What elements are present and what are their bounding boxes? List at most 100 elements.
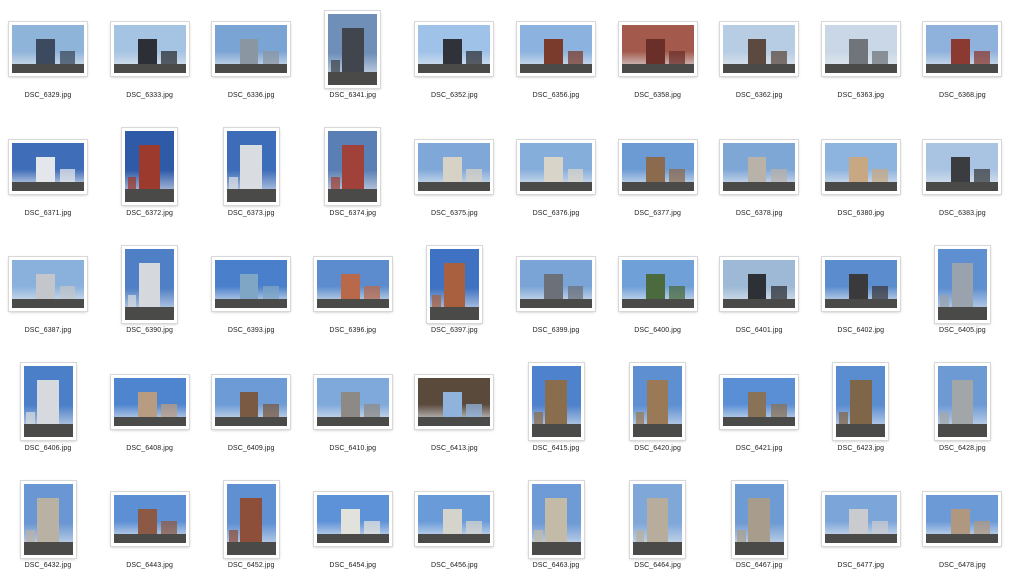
photo-thumbnail[interactable]	[630, 480, 686, 558]
file-item[interactable]: DSC_6363.jpg	[813, 1, 909, 119]
file-item[interactable]: DSC_6456.jpg	[406, 471, 502, 586]
file-item[interactable]: DSC_6464.jpg	[610, 471, 706, 586]
file-item[interactable]: DSC_6383.jpg	[914, 119, 1010, 237]
photo-thumbnail[interactable]	[415, 139, 494, 194]
photo-thumbnail[interactable]	[517, 139, 595, 194]
photo-thumbnail[interactable]	[426, 245, 482, 323]
file-item[interactable]: DSC_6393.jpg	[203, 236, 299, 354]
photo-thumbnail[interactable]	[618, 257, 697, 311]
file-item[interactable]: DSC_6396.jpg	[305, 236, 401, 354]
file-item[interactable]: DSC_6380.jpg	[813, 119, 909, 237]
photo-thumbnail[interactable]	[212, 22, 291, 76]
file-item[interactable]: DSC_6413.jpg	[406, 354, 502, 472]
photo-thumbnail[interactable]	[720, 139, 799, 194]
file-item[interactable]: DSC_6358.jpg	[610, 1, 706, 119]
photo-thumbnail[interactable]	[9, 257, 87, 311]
photo-thumbnail[interactable]	[9, 139, 87, 194]
photo-thumbnail[interactable]	[528, 363, 584, 440]
photo-thumbnail[interactable]	[212, 374, 291, 429]
file-item[interactable]: DSC_6374.jpg	[305, 119, 401, 237]
file-item[interactable]: DSC_6477.jpg	[813, 471, 909, 586]
file-item[interactable]: DSC_6336.jpg	[203, 1, 299, 119]
file-item[interactable]: DSC_6401.jpg	[711, 236, 807, 354]
file-item[interactable]: DSC_6397.jpg	[406, 236, 502, 354]
photo-thumbnail[interactable]	[821, 257, 900, 311]
photo-thumbnail[interactable]	[517, 257, 595, 311]
file-item[interactable]: DSC_6352.jpg	[406, 1, 502, 119]
photo-thumbnail[interactable]	[833, 363, 889, 440]
file-item[interactable]: DSC_6333.jpg	[102, 1, 198, 119]
photo-thumbnail[interactable]	[821, 139, 900, 194]
file-item[interactable]: DSC_6409.jpg	[203, 354, 299, 472]
photo-thumbnail[interactable]	[20, 363, 76, 440]
photo-thumbnail[interactable]	[110, 492, 189, 546]
photo-thumbnail[interactable]	[923, 492, 1002, 546]
file-item[interactable]: DSC_6478.jpg	[914, 471, 1010, 586]
file-item[interactable]: DSC_6356.jpg	[508, 1, 604, 119]
file-item[interactable]: DSC_6421.jpg	[711, 354, 807, 472]
file-item[interactable]: DSC_6406.jpg	[0, 354, 96, 472]
photo-thumbnail[interactable]	[923, 139, 1002, 194]
file-item[interactable]: DSC_6400.jpg	[610, 236, 706, 354]
photo-thumbnail[interactable]	[313, 374, 392, 429]
file-item[interactable]: DSC_6378.jpg	[711, 119, 807, 237]
photo-thumbnail[interactable]	[212, 257, 291, 311]
file-item[interactable]: DSC_6467.jpg	[711, 471, 807, 586]
file-item[interactable]: DSC_6341.jpg	[305, 1, 401, 119]
file-item[interactable]: DSC_6362.jpg	[711, 1, 807, 119]
photo-thumbnail[interactable]	[618, 22, 697, 76]
photo-thumbnail[interactable]	[223, 128, 279, 205]
photo-thumbnail[interactable]	[934, 245, 990, 323]
file-item[interactable]: DSC_6372.jpg	[102, 119, 198, 237]
photo-thumbnail[interactable]	[110, 22, 189, 76]
photo-thumbnail[interactable]	[325, 128, 381, 205]
photo-thumbnail[interactable]	[110, 374, 189, 429]
photo-thumbnail[interactable]	[934, 363, 990, 440]
file-item[interactable]: DSC_6443.jpg	[102, 471, 198, 586]
photo-thumbnail[interactable]	[313, 492, 392, 546]
file-item[interactable]: DSC_6428.jpg	[914, 354, 1010, 472]
photo-thumbnail[interactable]	[731, 480, 787, 558]
photo-thumbnail[interactable]	[720, 257, 799, 311]
photo-thumbnail[interactable]	[517, 22, 595, 76]
file-item[interactable]: DSC_6329.jpg	[0, 1, 96, 119]
photo-thumbnail[interactable]	[821, 492, 900, 546]
photo-thumbnail[interactable]	[20, 480, 76, 558]
file-item[interactable]: DSC_6376.jpg	[508, 119, 604, 237]
file-item[interactable]: DSC_6410.jpg	[305, 354, 401, 472]
file-item[interactable]: DSC_6405.jpg	[914, 236, 1010, 354]
file-item[interactable]: DSC_6387.jpg	[0, 236, 96, 354]
file-item[interactable]: DSC_6371.jpg	[0, 119, 96, 237]
photo-thumbnail[interactable]	[122, 128, 178, 205]
file-item[interactable]: DSC_6373.jpg	[203, 119, 299, 237]
photo-thumbnail[interactable]	[821, 22, 900, 76]
file-item[interactable]: DSC_6399.jpg	[508, 236, 604, 354]
file-item[interactable]: DSC_6463.jpg	[508, 471, 604, 586]
file-item[interactable]: DSC_6402.jpg	[813, 236, 909, 354]
file-item[interactable]: DSC_6452.jpg	[203, 471, 299, 586]
file-item[interactable]: DSC_6415.jpg	[508, 354, 604, 472]
file-item[interactable]: DSC_6408.jpg	[102, 354, 198, 472]
photo-thumbnail[interactable]	[415, 492, 494, 546]
photo-thumbnail[interactable]	[415, 374, 494, 429]
photo-thumbnail[interactable]	[325, 10, 381, 88]
file-item[interactable]: DSC_6432.jpg	[0, 471, 96, 586]
file-item[interactable]: DSC_6377.jpg	[610, 119, 706, 237]
file-item[interactable]: DSC_6420.jpg	[610, 354, 706, 472]
file-item[interactable]: DSC_6368.jpg	[914, 1, 1010, 119]
file-item[interactable]: DSC_6454.jpg	[305, 471, 401, 586]
photo-thumbnail[interactable]	[528, 480, 584, 558]
file-item[interactable]: DSC_6375.jpg	[406, 119, 502, 237]
photo-thumbnail[interactable]	[9, 22, 87, 76]
photo-thumbnail[interactable]	[223, 480, 279, 558]
photo-thumbnail[interactable]	[122, 245, 178, 323]
photo-thumbnail[interactable]	[313, 257, 392, 311]
photo-thumbnail[interactable]	[923, 22, 1002, 76]
file-item[interactable]: DSC_6390.jpg	[102, 236, 198, 354]
photo-thumbnail[interactable]	[720, 374, 799, 429]
photo-thumbnail[interactable]	[415, 22, 494, 76]
photo-thumbnail[interactable]	[618, 139, 697, 194]
photo-thumbnail[interactable]	[720, 22, 799, 76]
file-item[interactable]: DSC_6423.jpg	[813, 354, 909, 472]
photo-thumbnail[interactable]	[630, 363, 686, 440]
